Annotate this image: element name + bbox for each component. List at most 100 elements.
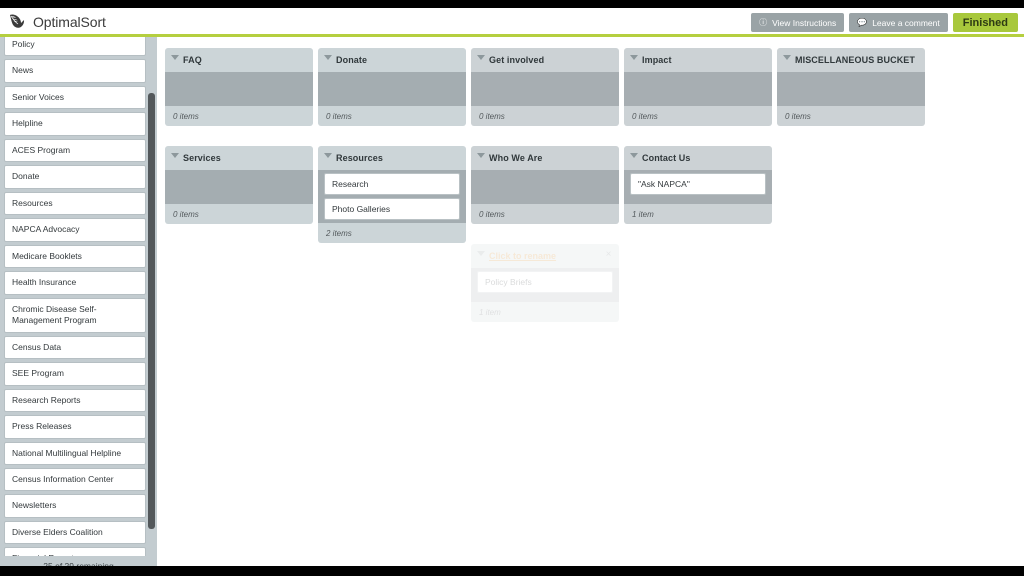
card-pool-item[interactable]: Donate	[4, 165, 146, 189]
dragging-group-count: 1 item	[479, 307, 501, 317]
card-pool-item[interactable]: Press Releases	[4, 415, 146, 439]
card-pool-item-label: National Multilingual Helpline	[12, 447, 122, 458]
card-pool-item[interactable]: Census Information Center	[4, 467, 146, 492]
group-card-header: Donate	[318, 48, 466, 72]
card-pool-item[interactable]: News	[4, 59, 146, 83]
chevron-down-icon[interactable]	[477, 153, 485, 158]
card-pool-item-label: Policy	[12, 39, 35, 49]
chevron-down-icon[interactable]	[630, 55, 638, 60]
chevron-down-icon[interactable]	[171, 153, 179, 158]
group-card-title[interactable]: Contact Us	[642, 153, 691, 163]
card-pool-item[interactable]: Financial Reports	[4, 547, 146, 556]
group-card-dropzone[interactable]	[624, 72, 772, 106]
group-card[interactable]: Impact 0 items	[624, 48, 772, 126]
dragging-group-card[interactable]: Click to rename × Policy Briefs 1 item	[471, 244, 619, 322]
chevron-down-icon[interactable]	[630, 153, 638, 158]
dragging-group-dropzone[interactable]: Policy Briefs	[471, 268, 619, 302]
card-pool-item[interactable]: Helpline	[4, 112, 146, 136]
group-card-dropzone[interactable]	[165, 72, 313, 106]
chevron-down-icon[interactable]	[783, 55, 791, 60]
card-pool-item[interactable]: Senior Voices	[4, 85, 146, 110]
card-pool-item-label: Donate	[12, 171, 40, 182]
speech-bubble-icon: 💬	[857, 17, 868, 27]
group-card-title[interactable]: Donate	[336, 55, 367, 65]
group-card-count: 0 items	[326, 111, 352, 121]
group-card-header: MISCELLANEOUS BUCKET	[777, 48, 925, 72]
card-pool-item[interactable]: Medicare Booklets	[4, 244, 146, 269]
finished-button[interactable]: Finished	[952, 13, 1018, 32]
card-pool-item-label: Diverse Elders Coalition	[12, 526, 103, 537]
group-card-title[interactable]: Services	[183, 153, 221, 163]
group-card[interactable]: Contact Us "Ask NAPCA" 1 item	[624, 146, 772, 224]
sorting-canvas[interactable]: FAQ 0 items Donate 0 items Get involved 0 ite…	[157, 37, 1024, 566]
group-card-dropzone[interactable]: "Ask NAPCA"	[624, 170, 772, 204]
card-pool-item[interactable]: Health Insurance	[4, 271, 146, 295]
chevron-down-icon[interactable]	[324, 153, 332, 158]
rename-group-link[interactable]: Click to rename	[489, 251, 556, 261]
card-pool-item[interactable]: Research Reports	[4, 388, 146, 413]
app-screen: OptimalSort ⓘ View Instructions 💬 Leave …	[0, 0, 1024, 576]
group-card-header: Services	[165, 146, 313, 170]
card-pool-item[interactable]: SEE Program	[4, 362, 146, 386]
dragging-group-card-header: Click to rename ×	[471, 244, 619, 268]
card-pool-item[interactable]: NAPCA Advocacy	[4, 218, 146, 242]
group-card-header: Who We Are	[471, 146, 619, 170]
view-instructions-label: View Instructions	[772, 17, 837, 28]
group-card[interactable]: Resources Research Photo Galleries 2 items	[318, 146, 466, 243]
sorted-card[interactable]: Policy Briefs	[477, 271, 613, 293]
group-card-header: Resources	[318, 146, 466, 170]
chevron-down-icon[interactable]	[477, 55, 485, 60]
group-card-count: 1 item	[632, 209, 654, 219]
group-card[interactable]: Who We Are 0 items	[471, 146, 619, 224]
group-card[interactable]: Get involved 0 items	[471, 48, 619, 126]
card-pool-list: Policy News Senior Voices Helpline ACES Prog…	[4, 37, 146, 556]
card-pool-item-label: Medicare Booklets	[12, 250, 82, 261]
group-card[interactable]: FAQ 0 items	[165, 48, 313, 126]
group-card-dropzone[interactable]	[777, 72, 925, 106]
group-card-title[interactable]: FAQ	[183, 55, 202, 65]
close-icon[interactable]: ×	[604, 250, 613, 260]
group-card-header: Impact	[624, 48, 772, 72]
group-card[interactable]: Donate 0 items	[318, 48, 466, 126]
group-card-header: FAQ	[165, 48, 313, 72]
card-pool-item-label: News	[12, 65, 34, 76]
chevron-down-icon[interactable]	[324, 55, 332, 60]
card-pool-item[interactable]: Chromic Disease Self-Management Program	[4, 297, 146, 333]
group-card-dropzone[interactable]	[471, 72, 619, 106]
card-pool-item[interactable]: National Multilingual Helpline	[4, 441, 146, 465]
chevron-down-icon[interactable]	[171, 55, 179, 60]
group-card-title[interactable]: MISCELLANEOUS BUCKET	[795, 55, 915, 65]
leave-comment-button[interactable]: 💬 Leave a comment	[849, 13, 948, 32]
group-card-title[interactable]: Get involved	[489, 55, 544, 65]
group-card-count: 0 items	[785, 111, 811, 121]
leave-comment-label: Leave a comment	[872, 17, 940, 28]
group-card-dropzone[interactable]	[471, 170, 619, 204]
card-pool-item[interactable]: Policy	[4, 37, 146, 57]
sorted-card[interactable]: Research	[324, 173, 460, 195]
card-pool-item[interactable]: Newsletters	[4, 494, 146, 518]
card-pool-sidebar: Policy News Senior Voices Helpline ACES Prog…	[0, 37, 157, 556]
view-instructions-button[interactable]: ⓘ View Instructions	[751, 13, 845, 32]
group-card-dropzone[interactable]	[165, 170, 313, 204]
app-logo[interactable]: OptimalSort	[8, 12, 106, 32]
card-pool-item[interactable]: Census Data	[4, 335, 146, 360]
group-card-title[interactable]: Impact	[642, 55, 672, 65]
group-card-title[interactable]: Resources	[336, 153, 383, 163]
group-card[interactable]: Services 0 items	[165, 146, 313, 224]
sidebar-scrollbar-thumb[interactable]	[148, 93, 155, 529]
group-card-dropzone[interactable]: Research Photo Galleries	[318, 170, 466, 223]
chevron-down-icon[interactable]	[477, 251, 485, 256]
card-pool-item[interactable]: Diverse Elders Coalition	[4, 520, 146, 545]
sorted-card[interactable]: Photo Galleries	[324, 198, 460, 220]
card-pool-item-label: Press Releases	[12, 421, 72, 432]
card-pool-item[interactable]: ACES Program	[4, 138, 146, 163]
card-pool-item[interactable]: Resources	[4, 191, 146, 216]
group-card-count: 0 items	[479, 111, 505, 121]
card-pool-item-label: Helpline	[12, 118, 43, 129]
card-pool-item-label: Newsletters	[12, 500, 57, 511]
group-card-dropzone[interactable]	[318, 72, 466, 106]
card-pool-item-label: Research Reports	[12, 394, 81, 405]
sorted-card[interactable]: "Ask NAPCA"	[630, 173, 766, 195]
group-card-title[interactable]: Who We Are	[489, 153, 543, 163]
group-card[interactable]: MISCELLANEOUS BUCKET 0 items	[777, 48, 925, 126]
